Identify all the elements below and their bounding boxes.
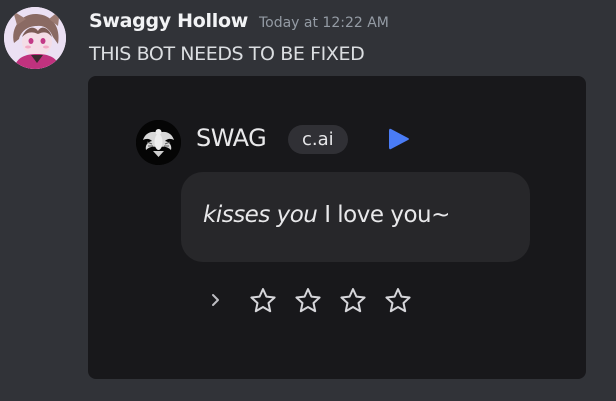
reply-bubble: kisses you I love you~ xyxy=(181,172,530,262)
star-outline-icon[interactable] xyxy=(248,286,278,316)
bot-name: SWAG xyxy=(196,124,267,152)
timestamp[interactable]: Today at 12:22 AM xyxy=(259,15,389,31)
star-rating xyxy=(248,286,428,316)
message-content: THIS BOT NEEDS TO BE FIXED xyxy=(89,43,365,65)
star-outline-icon[interactable] xyxy=(383,286,413,316)
username[interactable]: Swaggy Hollow xyxy=(89,10,248,32)
bot-avatar xyxy=(136,120,181,165)
reply-text: kisses you I love you~ xyxy=(203,202,450,228)
user-avatar[interactable] xyxy=(4,7,66,69)
star-outline-icon[interactable] xyxy=(293,286,323,316)
bot-badge: c.ai xyxy=(288,125,348,154)
reply-emote: kisses you xyxy=(203,202,318,228)
chat-message: Swaggy Hollow Today at 12:22 AM THIS BOT… xyxy=(0,0,616,401)
reply-message: I love you~ xyxy=(317,202,450,228)
image-attachment[interactable]: SWAG c.ai kisses you I love you~ xyxy=(88,76,586,379)
chevron-right-icon[interactable] xyxy=(209,291,223,309)
play-icon[interactable] xyxy=(386,126,412,152)
star-outline-icon[interactable] xyxy=(338,286,368,316)
message-header: Swaggy Hollow Today at 12:22 AM xyxy=(89,10,389,36)
